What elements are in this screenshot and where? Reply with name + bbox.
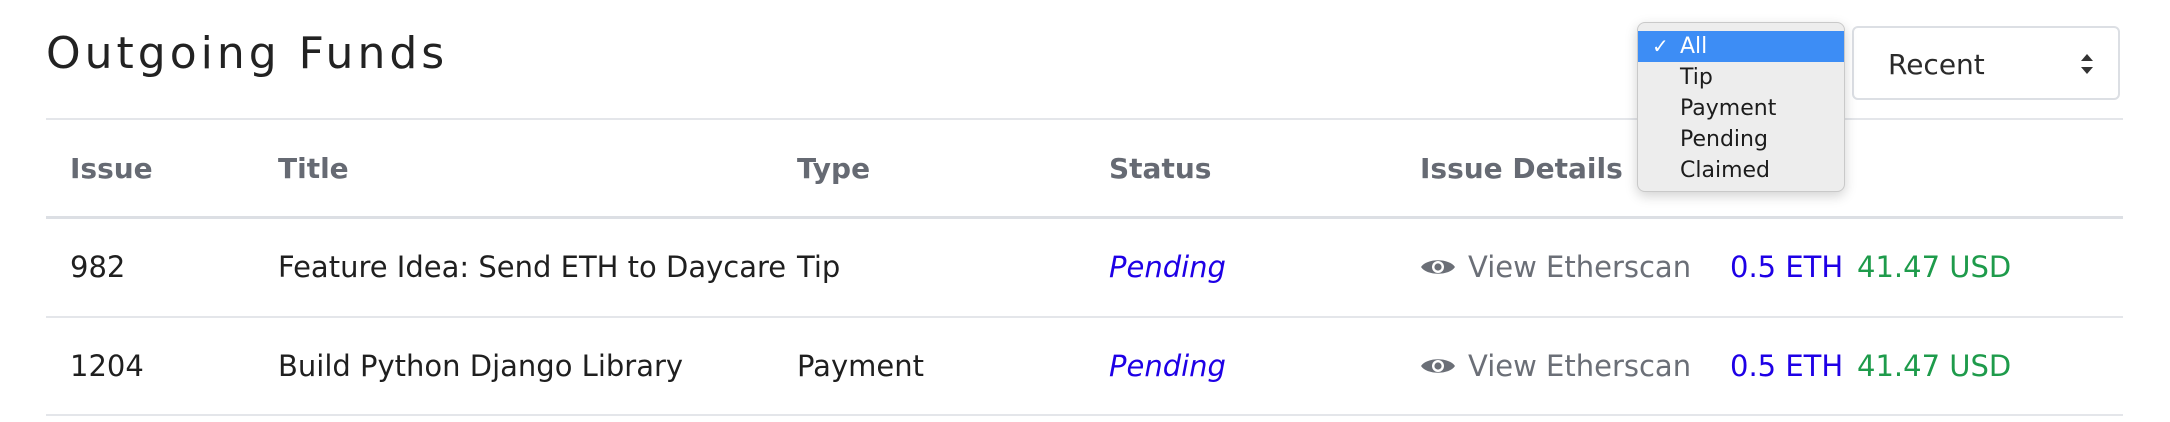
row-title: Build Python Django Library [278, 349, 684, 383]
filter-option-pending[interactable]: Pending [1638, 124, 1844, 155]
table-header-divider [46, 216, 2123, 219]
view-etherscan-link[interactable]: View Etherscan [1420, 349, 1691, 383]
sort-select-value: Recent [1888, 48, 1985, 81]
row-usd-amount: 41.47 USD [1857, 250, 2012, 284]
row-type: Tip [797, 250, 841, 284]
column-header-issue-details: Issue Details [1420, 152, 1623, 185]
row-usd-amount: 41.47 USD [1857, 349, 2012, 383]
row-status: Pending [1109, 349, 1226, 383]
row-divider [46, 414, 2123, 416]
row-type: Payment [797, 349, 924, 383]
column-header-type: Type [797, 152, 871, 185]
view-etherscan-label: View Etherscan [1468, 349, 1692, 383]
view-etherscan-label: View Etherscan [1468, 250, 1692, 284]
row-eth-amount: 0.5 ETH [1730, 250, 1844, 284]
filter-option-label: Claimed [1680, 158, 1770, 183]
filter-dropdown-menu[interactable]: ✓ All Tip Payment Pending Claimed [1637, 22, 1845, 192]
row-issue-number: 1204 [70, 349, 144, 383]
filter-option-payment[interactable]: Payment [1638, 93, 1844, 124]
column-header-status: Status [1109, 152, 1212, 185]
column-header-issue: Issue [70, 152, 153, 185]
checkmark-icon: ✓ [1652, 34, 1669, 58]
filter-option-all[interactable]: ✓ All [1638, 31, 1844, 62]
filter-option-label: Payment [1680, 96, 1777, 121]
sort-select[interactable]: Recent [1852, 26, 2120, 100]
column-header-title: Title [278, 152, 349, 185]
up-down-chevron-icon [2081, 54, 2093, 74]
page-title: Outgoing Funds [46, 28, 449, 79]
filter-option-claimed[interactable]: Claimed [1638, 155, 1844, 186]
eye-icon [1421, 260, 1455, 274]
row-eth-amount: 0.5 ETH [1730, 349, 1844, 383]
row-issue-number: 982 [70, 250, 126, 284]
filter-option-label: Pending [1680, 127, 1768, 152]
filter-option-label: All [1680, 34, 1708, 59]
eye-icon [1421, 359, 1455, 373]
filter-option-label: Tip [1680, 65, 1713, 90]
row-title: Feature Idea: Send ETH to Daycare [278, 250, 787, 284]
row-status: Pending [1109, 250, 1226, 284]
outgoing-funds-page: Outgoing Funds Recent Issue Title Type S… [0, 0, 2170, 422]
row-divider [46, 316, 2123, 318]
view-etherscan-link[interactable]: View Etherscan [1420, 250, 1691, 284]
filter-option-tip[interactable]: Tip [1638, 62, 1844, 93]
